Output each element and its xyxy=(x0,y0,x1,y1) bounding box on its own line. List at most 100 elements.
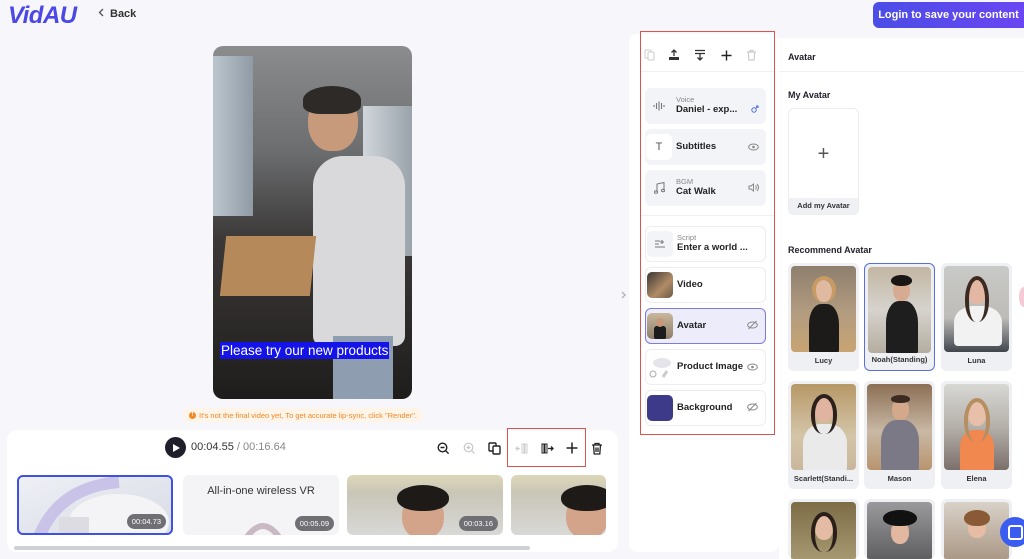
avatar-photo xyxy=(791,266,856,352)
script-icon xyxy=(647,231,673,257)
split-right-button[interactable] xyxy=(537,438,557,458)
layer-background[interactable]: Background xyxy=(645,390,766,426)
play-button[interactable] xyxy=(165,437,186,458)
layer-label: Background xyxy=(677,401,733,413)
avatar-photo xyxy=(867,502,932,559)
text-icon: T xyxy=(646,134,672,160)
layer-subtitles[interactable]: T Subtitles xyxy=(645,129,766,165)
avatar-photo xyxy=(944,384,1009,470)
eye-icon[interactable] xyxy=(748,138,759,156)
login-button[interactable]: Login to save your content xyxy=(873,2,1024,28)
layer-bgm[interactable]: BGM Cat Walk xyxy=(645,170,766,206)
layer-label: Product Image xyxy=(677,360,743,372)
eye-off-icon[interactable] xyxy=(747,317,758,335)
divider xyxy=(641,71,774,72)
layer-avatar[interactable]: Avatar xyxy=(645,308,766,344)
delete-clip-button[interactable] xyxy=(587,438,607,458)
split-left-button[interactable] xyxy=(511,438,531,458)
trash-icon xyxy=(592,442,602,455)
volume-icon[interactable] xyxy=(748,179,759,197)
timeline-clip[interactable] xyxy=(511,475,606,535)
color-swatch xyxy=(647,395,673,421)
side-decoration xyxy=(1019,287,1024,307)
layer-up-icon xyxy=(669,49,679,60)
avatar-name: Mason xyxy=(887,474,912,483)
avatar-card[interactable]: Luna xyxy=(941,263,1012,371)
zoom-out-button[interactable] xyxy=(433,438,453,458)
back-button[interactable]: Back xyxy=(98,8,136,20)
video-thumbnail xyxy=(647,272,673,298)
layer-label: Subtitles xyxy=(676,140,717,152)
total-time: 00:16.64 xyxy=(243,441,286,453)
avatar-photo xyxy=(791,502,856,559)
music-icon xyxy=(646,175,672,201)
recommend-avatar-heading: Recommend Avatar xyxy=(788,245,872,255)
eye-icon[interactable] xyxy=(747,358,758,376)
avatar-card[interactable] xyxy=(864,499,935,559)
avatar-card[interactable] xyxy=(788,499,859,559)
avatar-card[interactable]: Mason xyxy=(864,381,935,489)
layer-label: Cat Walk xyxy=(676,185,716,197)
delete-layer-button[interactable] xyxy=(741,45,761,65)
add-layer-button[interactable] xyxy=(716,45,736,65)
layer-voice[interactable]: Voice Daniel - exp... xyxy=(645,88,766,124)
avatar-photo xyxy=(867,384,932,470)
timeline-scrollbar[interactable] xyxy=(14,546,530,550)
avatar-card[interactable]: Scarlett(Standi... xyxy=(788,381,859,489)
chevron-right-icon xyxy=(621,291,626,299)
layer-label: Video xyxy=(677,278,703,290)
avatar-photo xyxy=(791,384,856,470)
timeline-clip[interactable]: All-in-one wireless VR 00:05.09 xyxy=(183,475,339,535)
copy-icon xyxy=(644,49,655,61)
subtitle-overlay[interactable]: Please try our new products xyxy=(220,342,390,359)
avatar-card[interactable]: Lucy xyxy=(788,263,859,371)
layer-script[interactable]: Script Enter a world ... xyxy=(645,226,766,262)
chat-support-button[interactable] xyxy=(1000,517,1024,547)
avatar-card[interactable]: Elena xyxy=(941,381,1012,489)
preview-box xyxy=(219,236,317,296)
clip-title: All-in-one wireless VR xyxy=(207,485,315,497)
timeline-clip[interactable]: 00:03.16 xyxy=(347,475,503,535)
current-time: 00:04.55 xyxy=(191,441,234,453)
add-clip-button[interactable] xyxy=(562,438,582,458)
avatar-card[interactable]: Noah(Standing) xyxy=(864,263,935,371)
layer-down-icon xyxy=(695,49,705,61)
avatar-photo xyxy=(868,267,931,353)
divider xyxy=(779,71,1024,72)
clip-duration: 00:04.73 xyxy=(126,514,166,529)
clip-person xyxy=(397,485,449,511)
trash-icon xyxy=(746,49,756,61)
eye-off-icon[interactable] xyxy=(747,399,758,417)
avatar-name: Elena xyxy=(966,474,987,483)
duplicate-button[interactable] xyxy=(484,438,504,458)
my-avatar-heading: My Avatar xyxy=(788,90,831,100)
plus-icon xyxy=(721,50,731,60)
layer-video[interactable]: Video xyxy=(645,267,766,303)
product-thumbnail xyxy=(647,354,673,380)
avatar-name: Scarlett(Standi... xyxy=(793,474,854,483)
clip-duration: 00:05.09 xyxy=(294,516,334,531)
preview-person xyxy=(313,156,405,346)
vidau-logo[interactable]: VidAU xyxy=(8,2,77,30)
back-label: Back xyxy=(110,8,137,20)
send-backward-button[interactable] xyxy=(690,45,710,65)
time-separator: / xyxy=(233,441,243,453)
clip-person xyxy=(561,485,606,511)
timeline-clip[interactable]: 00:04.73 xyxy=(17,475,173,535)
layer-product-image[interactable]: Product Image xyxy=(645,349,766,385)
avatar-name: Noah(Standing) xyxy=(871,355,928,364)
male-icon xyxy=(751,100,759,118)
zoom-in-button[interactable] xyxy=(459,438,479,458)
add-my-avatar-button[interactable]: + Add my Avatar xyxy=(788,108,859,215)
info-icon: ! xyxy=(189,411,196,419)
preview-person xyxy=(303,86,361,114)
divider xyxy=(641,215,774,216)
layer-copy-button[interactable] xyxy=(640,45,660,65)
collapse-toggle[interactable] xyxy=(616,275,630,315)
layer-label: Avatar xyxy=(677,319,707,331)
panel-title: Avatar xyxy=(788,52,816,62)
plus-icon xyxy=(566,442,578,454)
avatar-thumbnail xyxy=(647,313,673,339)
add-avatar-label: Add my Avatar xyxy=(789,198,858,214)
bring-forward-button[interactable] xyxy=(664,45,684,65)
